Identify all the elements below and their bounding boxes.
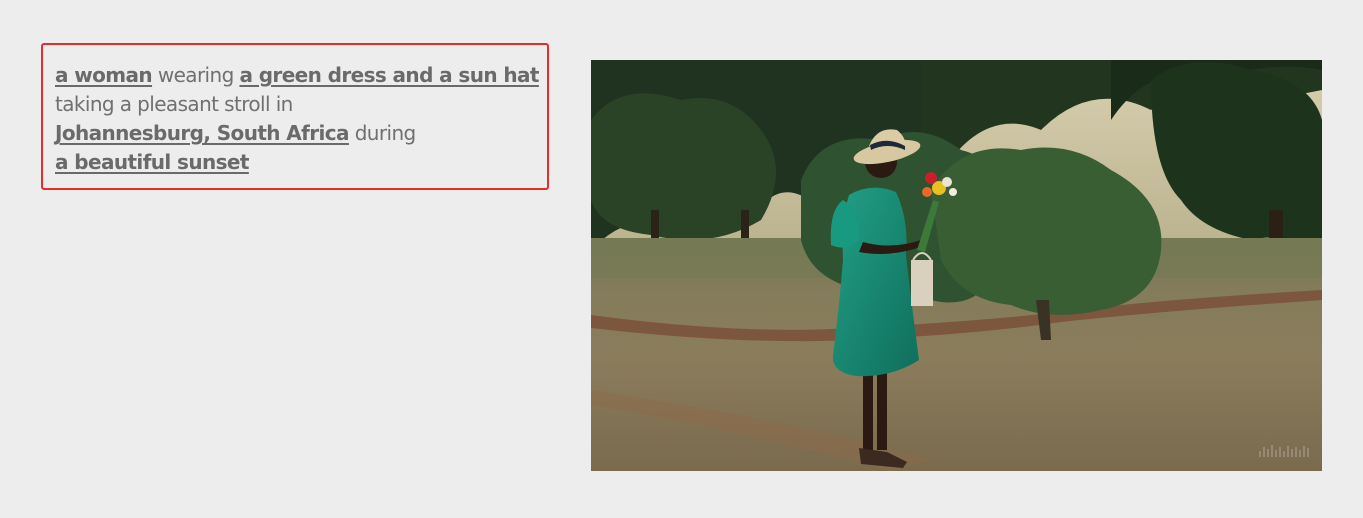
video-frame[interactable] bbox=[591, 60, 1322, 471]
prompt-text: during bbox=[348, 121, 417, 145]
prompt-token-location[interactable]: Johannesburg, South Africa bbox=[55, 121, 350, 145]
prompt-token-clothing[interactable]: a green dress and a sun hat bbox=[239, 63, 539, 87]
prompt-line-3: Johannesburg, South Africa during bbox=[55, 119, 547, 148]
prompt-line-1: a woman wearing a green dress and a sun … bbox=[55, 61, 547, 90]
prompt-text-box: a woman wearing a green dress and a sun … bbox=[41, 43, 549, 190]
prompt-text: taking a pleasant stroll in bbox=[55, 92, 293, 116]
video-scene-image bbox=[591, 60, 1322, 471]
prompt-token-time[interactable]: a beautiful sunset bbox=[55, 150, 249, 174]
prompt-line-2: taking a pleasant stroll in bbox=[55, 90, 547, 119]
watermark-icon bbox=[1259, 445, 1309, 457]
prompt-line-4: a beautiful sunset bbox=[55, 148, 547, 177]
prompt-text: wearing bbox=[152, 63, 240, 87]
prompt-token-subject[interactable]: a woman bbox=[55, 63, 153, 87]
page: a woman wearing a green dress and a sun … bbox=[0, 0, 1363, 518]
